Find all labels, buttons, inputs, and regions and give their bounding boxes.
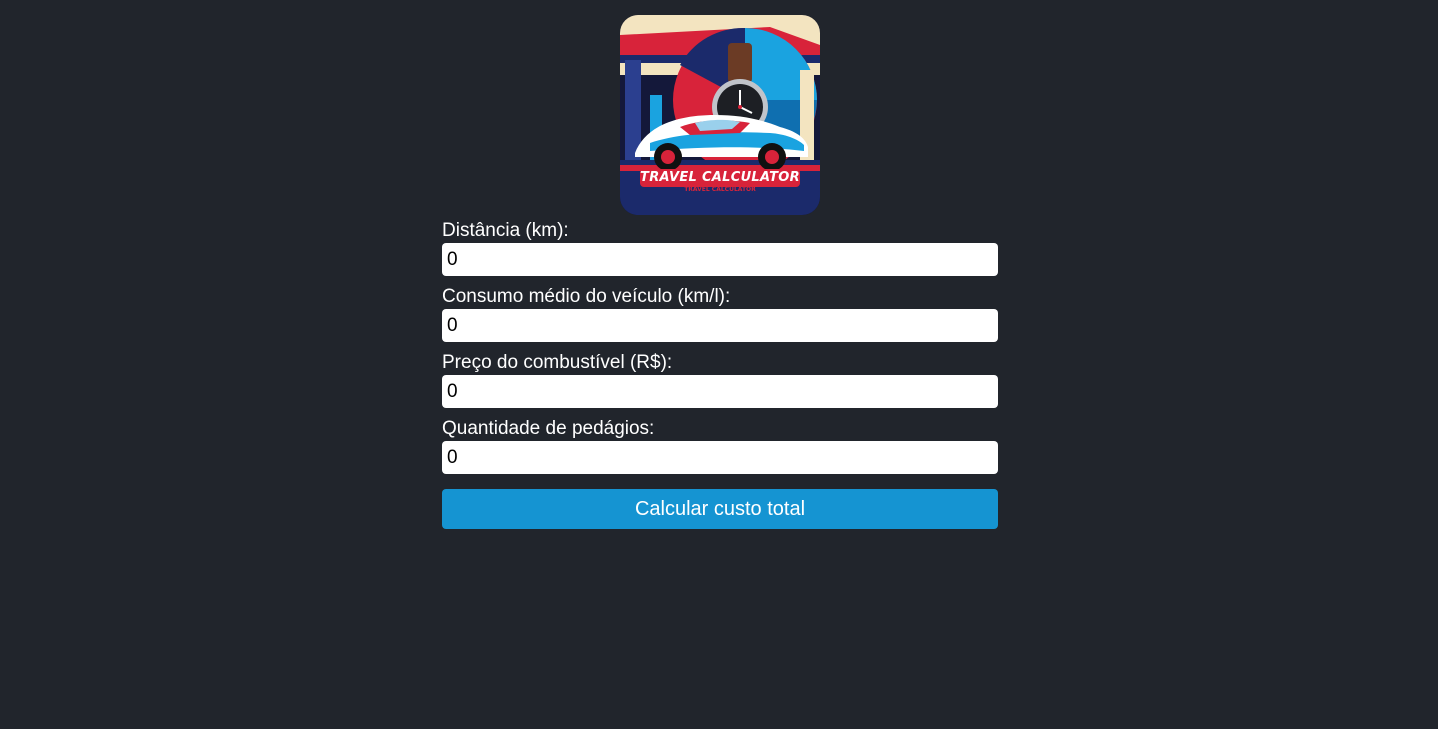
consumption-input[interactable] (442, 309, 998, 342)
logo-title-text: TRAVEL CALCULATOR (640, 170, 800, 185)
consumption-label: Consumo médio do veículo (km/l): (442, 286, 731, 307)
distance-label: Distância (km): (442, 220, 569, 241)
page: TRAVEL CALCULATOR TRAVEL CALCULATOR Dist… (0, 0, 1438, 729)
calculate-total-button[interactable]: Calcular custo total (442, 489, 998, 529)
consumption-field-group: Consumo médio do veículo (km/l): (442, 285, 998, 342)
fuel-price-label: Preço do combustível (R$): (442, 352, 673, 373)
fuel-price-input[interactable] (442, 375, 998, 408)
distance-input[interactable] (442, 243, 998, 276)
travel-cost-form: Distância (km): Consumo médio do veículo… (442, 219, 998, 529)
tolls-label: Quantidade de pedágios: (442, 418, 655, 439)
tolls-field-group: Quantidade de pedágios: (442, 417, 998, 474)
logo-subtitle-text: TRAVEL CALCULATOR (684, 186, 756, 193)
tolls-input[interactable] (442, 441, 998, 474)
fuel-price-field-group: Preço do combustível (R$): (442, 351, 998, 408)
travel-calculator-logo: TRAVEL CALCULATOR TRAVEL CALCULATOR (620, 15, 820, 215)
distance-field-group: Distância (km): (442, 219, 998, 276)
